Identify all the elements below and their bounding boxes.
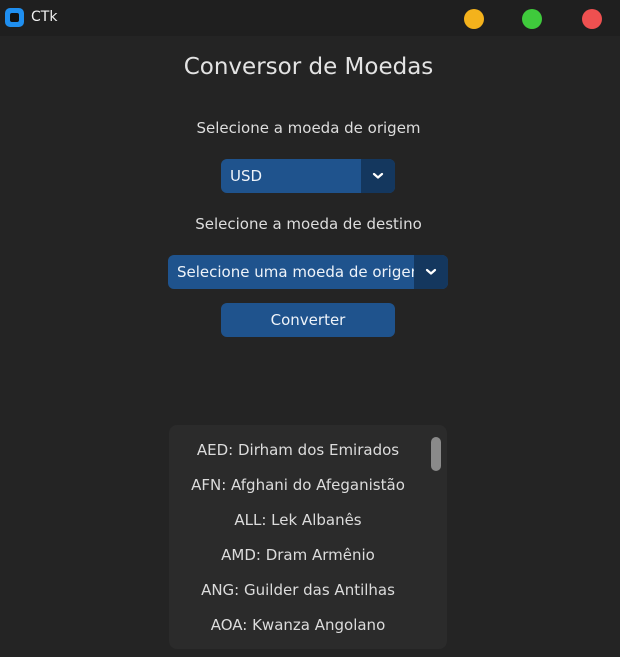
close-button[interactable] — [582, 9, 602, 29]
window-title: CTk — [31, 9, 58, 25]
list-item: ANG: Guilder das Antilhas — [201, 581, 395, 599]
convert-button[interactable]: Converter — [221, 303, 395, 337]
origin-currency-label: Selecione a moeda de origem — [196, 119, 421, 137]
title-bar[interactable]: CTk — [0, 0, 620, 36]
list-item: AMD: Dram Armênio — [221, 546, 375, 564]
maximize-button[interactable] — [522, 9, 542, 29]
page-title: Conversor de Moedas — [183, 54, 434, 80]
destination-currency-dropdown[interactable]: Selecione uma moeda de origem — [168, 255, 448, 289]
list-item: AED: Dirham dos Emirados — [196, 441, 400, 459]
minimize-button[interactable] — [464, 9, 484, 29]
list-item: AOA: Kwanza Angolano — [210, 616, 386, 634]
chevron-down-icon — [372, 172, 384, 179]
ctk-app-icon — [5, 8, 24, 27]
destination-currency-label: Selecione a moeda de destino — [195, 215, 422, 233]
chevron-down-icon — [425, 268, 437, 275]
origin-dropdown-arrow[interactable] — [361, 159, 395, 193]
currency-list[interactable]: AED: Dirham dos Emirados AFN: Afghani do… — [169, 425, 447, 649]
list-scrollbar[interactable] — [431, 437, 441, 471]
destination-dropdown-arrow[interactable] — [414, 255, 448, 289]
list-item: AFN: Afghani do Afeganistão — [191, 476, 405, 494]
destination-currency-value: Selecione uma moeda de origem — [177, 263, 414, 281]
origin-currency-dropdown[interactable]: USD — [221, 159, 395, 193]
list-item: ALL: Lek Albanês — [234, 511, 362, 529]
app-window: CTk Conversor de Moedas Selecione a moed… — [0, 0, 620, 657]
origin-currency-value: USD — [230, 167, 263, 185]
